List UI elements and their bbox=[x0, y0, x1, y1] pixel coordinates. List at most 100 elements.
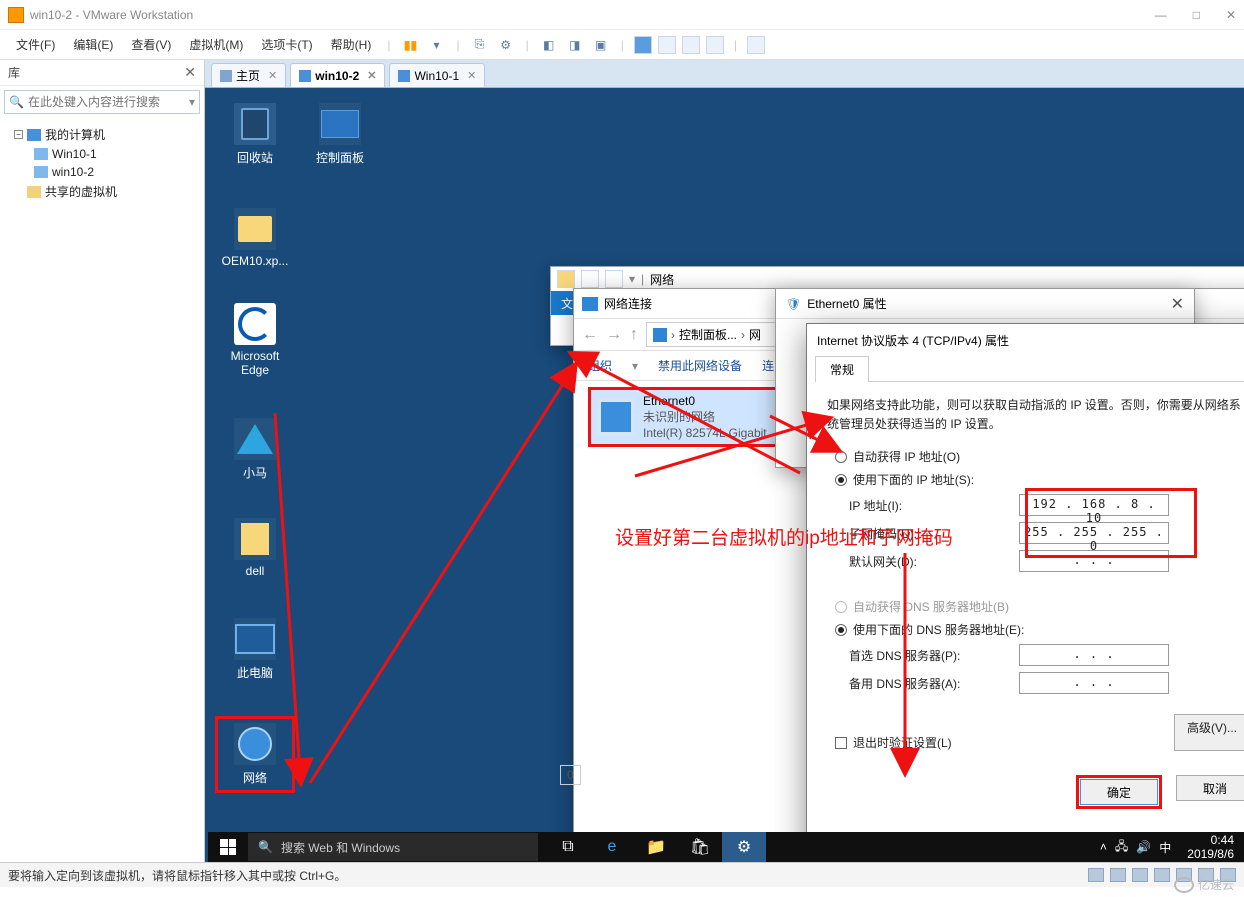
tab-close-icon[interactable]: ✕ bbox=[268, 69, 277, 82]
windows-logo-icon bbox=[220, 839, 236, 855]
adapter-ethernet0[interactable]: Ethernet0 未识别的网络 Intel(R) 82574L Gigabit bbox=[588, 387, 784, 447]
minimize-button[interactable]: ― bbox=[1155, 8, 1167, 22]
tree-shared-vms[interactable]: 共享的虚拟机 bbox=[4, 181, 200, 202]
cancel-button[interactable]: 取消 bbox=[1176, 775, 1244, 801]
tab-win10-1[interactable]: Win10-1 ✕ bbox=[389, 63, 485, 87]
taskbar-store-icon[interactable]: 🛍 bbox=[678, 832, 722, 862]
adapter-status: 未识别的网络 bbox=[643, 409, 767, 425]
vm-icon bbox=[34, 148, 48, 160]
pause-icon[interactable]: ▮▮ bbox=[400, 35, 420, 55]
menu-edit[interactable]: 编辑(E) bbox=[67, 32, 119, 57]
radio-use-ip[interactable]: 使用下面的 IP 地址(S): bbox=[835, 471, 1244, 488]
library-close-icon[interactable]: ✕ bbox=[184, 64, 196, 81]
dropdown-icon[interactable]: ▾ bbox=[426, 35, 446, 55]
radio-auto-dns[interactable]: 自动获得 DNS 服务器地址(B) bbox=[835, 598, 1244, 615]
watermark-icon bbox=[1174, 877, 1194, 893]
guest-desktop[interactable]: 回收站 控制面板 OEM10.xp... Microsoft Edge 小马 d… bbox=[205, 88, 1244, 862]
collapse-icon[interactable]: − bbox=[14, 130, 23, 139]
menu-view[interactable]: 查看(V) bbox=[125, 32, 177, 57]
field-label: 备用 DNS 服务器(A): bbox=[849, 675, 1019, 692]
menu-help[interactable]: 帮助(H) bbox=[325, 32, 378, 57]
desktop-network[interactable]: 网络 bbox=[215, 716, 295, 793]
menu-file[interactable]: 文件(F) bbox=[10, 32, 61, 57]
tab-close-icon[interactable]: ✕ bbox=[467, 69, 476, 82]
qat-button[interactable] bbox=[605, 270, 623, 288]
tab-general[interactable]: 常规 bbox=[815, 356, 869, 382]
desktop-oem-folder[interactable]: OEM10.xp... bbox=[215, 208, 295, 268]
system-tray[interactable]: ˄ 🖧 🔊 中 0:44 2019/8/6 bbox=[1100, 833, 1234, 862]
snapshot-manage-icon[interactable]: ▣ bbox=[591, 35, 611, 55]
icon-label: 控制面板 bbox=[316, 151, 364, 165]
view-multimon-icon[interactable] bbox=[706, 36, 724, 54]
nav-back-icon[interactable]: ← bbox=[582, 326, 598, 344]
dns2-input[interactable]: . . . bbox=[1019, 672, 1169, 694]
snapshot-take-icon[interactable]: ◧ bbox=[539, 35, 559, 55]
task-view-icon[interactable]: ⧉ bbox=[546, 832, 590, 862]
advanced-button[interactable]: 高级(V)... bbox=[1174, 714, 1244, 751]
qat-button[interactable] bbox=[581, 270, 599, 288]
menu-vm[interactable]: 虚拟机(M) bbox=[183, 32, 249, 57]
breadcrumb-part[interactable]: 网 bbox=[749, 326, 761, 343]
taskbar-explorer-icon[interactable]: 📁 bbox=[634, 832, 678, 862]
explorer-icon[interactable] bbox=[557, 270, 575, 288]
field-label: 子网掩码(U): bbox=[849, 525, 1019, 542]
snapshot-icon[interactable]: ⎘ bbox=[470, 35, 490, 55]
desktop-dell[interactable]: dell bbox=[215, 518, 295, 578]
nav-up-icon[interactable]: ↑ bbox=[630, 326, 638, 344]
toolbar-connect[interactable]: 连 bbox=[762, 357, 774, 374]
view-unity-icon[interactable] bbox=[658, 36, 676, 54]
taskbar-edge-icon[interactable]: e bbox=[590, 832, 634, 862]
radio-auto-ip[interactable]: 自动获得 IP 地址(O) bbox=[835, 448, 1244, 465]
icon-label: OEM10.xp... bbox=[222, 254, 289, 268]
library-search-input[interactable] bbox=[28, 95, 185, 109]
dns1-input[interactable]: . . . bbox=[1019, 644, 1169, 666]
vm-icon bbox=[299, 70, 311, 82]
pc-icon bbox=[234, 618, 276, 660]
tray-ime-icon[interactable]: 中 bbox=[1159, 839, 1171, 856]
tray-volume-icon[interactable]: 🔊 bbox=[1136, 840, 1151, 854]
desktop-edge[interactable]: Microsoft Edge bbox=[215, 303, 295, 378]
breadcrumb-part[interactable]: 控制面板... bbox=[679, 326, 737, 343]
desktop-this-pc[interactable]: 此电脑 bbox=[215, 618, 295, 681]
tab-win10-2[interactable]: win10-2 ✕ bbox=[290, 63, 385, 87]
tree-vm-win10-2[interactable]: win10-2 bbox=[4, 163, 200, 181]
tree-vm-win10-1[interactable]: Win10-1 bbox=[4, 145, 200, 163]
close-button[interactable]: ✕ bbox=[1226, 8, 1236, 22]
start-button[interactable] bbox=[208, 832, 248, 862]
tray-chevron-icon[interactable]: ˄ bbox=[1100, 840, 1107, 854]
toolbar-organize[interactable]: 组织 bbox=[588, 357, 612, 374]
tab-close-icon[interactable]: ✕ bbox=[367, 69, 376, 82]
taskbar-search[interactable]: 🔍 搜索 Web 和 Windows bbox=[248, 833, 538, 861]
field-label: 默认网关(D): bbox=[849, 553, 1019, 570]
device-hdd-icon[interactable] bbox=[1088, 868, 1104, 882]
settings-icon[interactable]: ⚙ bbox=[496, 35, 516, 55]
ok-button[interactable]: 确定 bbox=[1080, 779, 1158, 805]
snapshot-revert-icon[interactable]: ◨ bbox=[565, 35, 585, 55]
radio-use-dns[interactable]: 使用下面的 DNS 服务器地址(E): bbox=[835, 621, 1244, 638]
menu-tabs[interactable]: 选项卡(T) bbox=[255, 32, 318, 57]
tray-network-icon[interactable]: 🖧 bbox=[1115, 837, 1128, 858]
view-fullscreen-icon[interactable] bbox=[682, 36, 700, 54]
view-console-icon[interactable] bbox=[634, 36, 652, 54]
tree-my-computer[interactable]: − 我的计算机 bbox=[4, 124, 200, 145]
library-search[interactable]: 🔍 ▾ bbox=[4, 90, 200, 114]
device-usb-icon[interactable] bbox=[1154, 868, 1170, 882]
view-stretch-icon[interactable] bbox=[747, 36, 765, 54]
taskbar-control-panel-icon[interactable]: ⚙ bbox=[722, 832, 766, 862]
search-dropdown-icon[interactable]: ▾ bbox=[189, 95, 195, 109]
maximize-button[interactable]: □ bbox=[1193, 8, 1200, 22]
taskbar-clock[interactable]: 0:44 2019/8/6 bbox=[1187, 833, 1234, 862]
toolbar-disable[interactable]: 禁用此网络设备 bbox=[658, 357, 742, 374]
close-button[interactable]: ✕ bbox=[1171, 294, 1184, 314]
watermark: 亿速云 bbox=[1174, 876, 1234, 893]
desktop-control-panel[interactable]: 控制面板 bbox=[300, 103, 380, 166]
desktop-xiaoma[interactable]: 小马 bbox=[215, 418, 295, 481]
tab-home[interactable]: 主页 ✕ bbox=[211, 63, 286, 87]
ipv4-properties-dialog[interactable]: Internet 协议版本 4 (TCP/IPv4) 属性 ✕ 常规 如果网络支… bbox=[806, 323, 1244, 862]
device-net-icon[interactable] bbox=[1132, 868, 1148, 882]
desktop-recycle-bin[interactable]: 回收站 bbox=[215, 103, 295, 166]
nav-fwd-icon[interactable]: → bbox=[606, 326, 622, 344]
checkbox-validate[interactable]: 退出时验证设置(L) bbox=[835, 734, 952, 751]
guest-taskbar[interactable]: 🔍 搜索 Web 和 Windows ⧉ e 📁 🛍 ⚙ ˄ 🖧 🔊 中 0:4… bbox=[208, 832, 1244, 862]
device-cd-icon[interactable] bbox=[1110, 868, 1126, 882]
